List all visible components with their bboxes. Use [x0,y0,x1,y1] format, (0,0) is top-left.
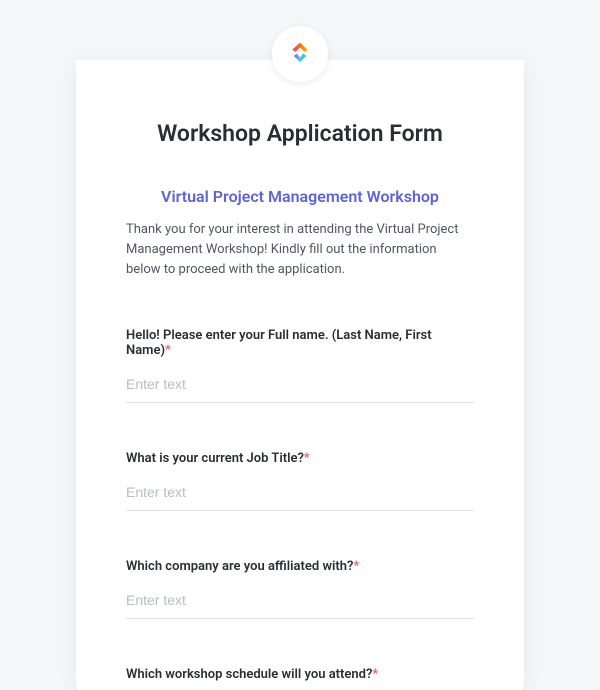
required-mark: * [165,343,171,358]
form-card: Workshop Application Form Virtual Projec… [76,60,524,690]
page-title: Workshop Application Form [126,120,474,147]
field-label-jobtitle: What is your current Job Title?* [126,451,474,466]
required-mark: * [353,559,359,574]
field-label-fullname: Hello! Please enter your Full name. (Las… [126,328,474,358]
field-label-schedule: Which workshop schedule will you attend?… [126,667,474,682]
logo-badge [272,26,328,82]
required-mark: * [372,667,378,682]
company-input[interactable] [126,588,474,619]
field-label-company: Which company are you affiliated with?* [126,559,474,574]
fullname-input[interactable] [126,372,474,403]
clickup-logo-icon [286,38,314,70]
field-fullname: Hello! Please enter your Full name. (Las… [126,328,474,403]
form-subtitle: Virtual Project Management Workshop [126,187,474,206]
field-jobtitle: What is your current Job Title?* [126,451,474,511]
field-company: Which company are you affiliated with?* [126,559,474,619]
form-intro: Thank you for your interest in attending… [126,220,474,280]
field-schedule: Which workshop schedule will you attend?… [126,667,474,690]
required-mark: * [304,451,310,466]
jobtitle-input[interactable] [126,480,474,511]
